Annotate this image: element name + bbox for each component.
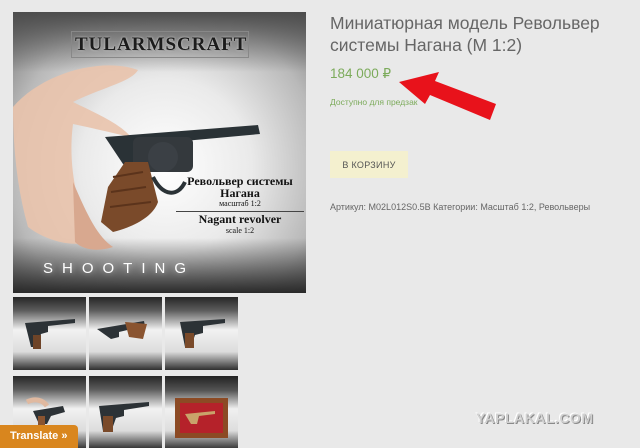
thumbnail-3[interactable] (165, 297, 238, 370)
translate-button[interactable]: Translate » (0, 425, 78, 448)
thumbnail-1[interactable] (13, 297, 86, 370)
thumbnail-6-display-case[interactable] (165, 376, 238, 448)
annotation-arrow-icon (399, 72, 496, 120)
caption-scale-ru: масштаб 1:2 (219, 199, 261, 208)
revolver-illustration (13, 65, 260, 250)
add-to-cart-button[interactable]: В КОРЗИНУ (330, 151, 408, 178)
main-product-image[interactable]: TULARMSCRAFT Револьвер системы Нагана ма… (13, 12, 306, 293)
thumbnail-2[interactable] (89, 297, 162, 370)
product-price: 184 000 ₽ (330, 66, 392, 81)
thumbnail-5[interactable] (89, 376, 162, 448)
product-meta: Артикул: M02L012S0.5B Категории: Масштаб… (330, 202, 591, 212)
caption-title-ru-2: Нагана (220, 186, 260, 200)
image-caption: Револьвер системы Нагана масштаб 1:2 Nag… (176, 175, 304, 236)
shooting-logo: SHOOTING (43, 260, 196, 277)
caption-title-en: Nagant revolver (176, 211, 304, 226)
watermark-logo: YAPLAKAL.COM (476, 410, 594, 426)
product-title: Миниатюрная модель Револьвер системы Наг… (330, 13, 600, 55)
caption-scale-en: scale 1:2 (225, 226, 255, 235)
